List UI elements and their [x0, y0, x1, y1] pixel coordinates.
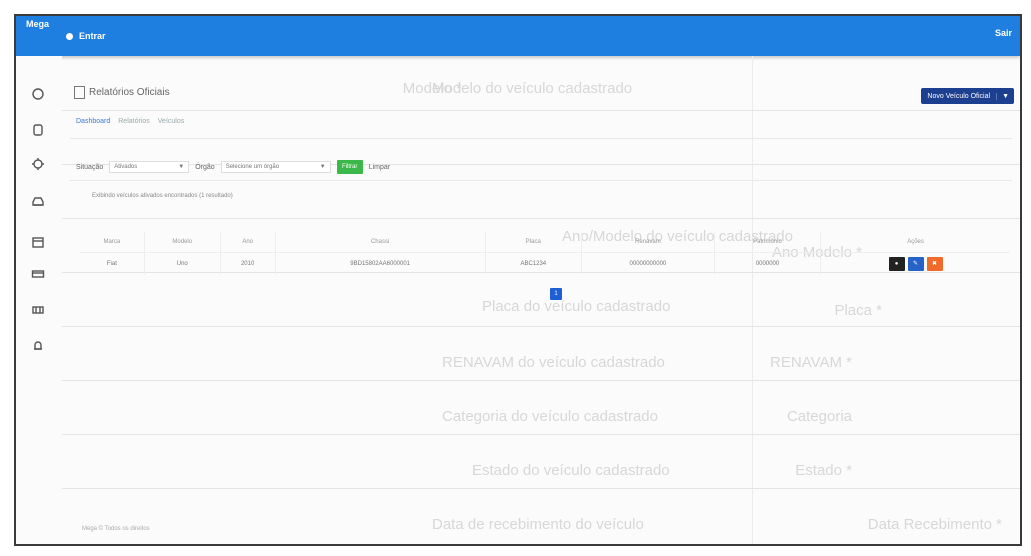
delete-button[interactable]: ✖ [926, 257, 943, 271]
cell-patrimonio: 0000000 [714, 252, 822, 275]
app-window: Mega Entrar Sair Modelo * Modelo do veíc… [14, 14, 1022, 546]
bg-row: RENAVAM * RENAVAM do veículo cadastrado [62, 326, 1020, 381]
agency-filter-label: Órgão [195, 163, 215, 171]
settings-icon[interactable] [30, 156, 46, 172]
status-select[interactable]: Ativados ▼ [109, 161, 190, 173]
column-header[interactable]: Ano [220, 232, 276, 253]
page-title-text: Relatórios Oficiais [89, 87, 170, 98]
page-title: Relatórios Oficiais [74, 86, 170, 99]
filter-button[interactable]: Filtrar [336, 160, 363, 174]
breadcrumb: Dashboard Relatórios Veículos [76, 118, 184, 125]
cell-chassi: 9BD15802AA6000001 [275, 252, 486, 275]
background-form: Modelo * Modelo do veículo cadastrado An… [62, 56, 1020, 544]
cell-ano: 2010 [220, 252, 276, 275]
chevron-down-icon: ▼ [319, 164, 326, 170]
breadcrumb-item[interactable]: Relatórios [118, 118, 150, 125]
calendar-icon[interactable] [30, 234, 46, 250]
filter-bar: Situação Ativados ▼ Órgão Selecione um ó… [76, 160, 390, 174]
footer-text: Mega © Todos os direitos [82, 526, 150, 532]
bg-row: Modelo * Modelo do veículo cadastrado [62, 56, 1020, 111]
chevron-down-icon: ▼ [178, 164, 185, 170]
cell-placa: ABC1234 [485, 252, 582, 275]
bg-row: Categoria Categoria do veículo cadastrad… [62, 380, 1020, 435]
pencil-icon: ✎ [913, 261, 919, 267]
chevron-down-icon[interactable]: ▼ [996, 92, 1014, 100]
column-header[interactable]: Chassi [275, 232, 486, 253]
trash-icon: ✖ [932, 261, 938, 267]
menu-button[interactable]: Entrar [66, 28, 106, 44]
status-select-value: Ativados [114, 164, 138, 170]
breadcrumb-item[interactable]: Dashboard [76, 118, 110, 125]
table-header-row: Marca Modelo Ano Chassi Placa Renavam Pa… [80, 232, 1010, 253]
table-row: Fiat Uno 2010 9BD15802AA6000001 ABC1234 … [80, 252, 1010, 275]
bg-row: Placa * Placa do veículo cadastrado [62, 272, 1020, 327]
brand-logo[interactable]: Mega [26, 19, 49, 29]
top-navbar: Mega Entrar Sair [16, 16, 1020, 56]
bell-icon[interactable] [30, 338, 46, 354]
row-actions: ● ✎ ✖ [820, 252, 1010, 275]
status-filter-label: Situação [76, 163, 104, 171]
column-header[interactable]: Patrimônio [714, 232, 822, 253]
car-icon[interactable] [30, 194, 46, 210]
tag-icon[interactable] [30, 302, 46, 318]
new-vehicle-label: Novo Veículo Oficial [927, 92, 991, 100]
agency-select[interactable]: Selecione um órgão ▼ [220, 161, 331, 173]
cell-marca: Fiat [80, 252, 145, 275]
view-button[interactable]: ● [888, 257, 905, 271]
pagination-page-1[interactable]: 1 [550, 288, 562, 300]
menu-label: Entrar [79, 31, 106, 41]
main-content: Modelo * Modelo do veículo cadastrado An… [62, 56, 1020, 544]
clear-filter-link[interactable]: Limpar [369, 164, 390, 171]
divider [70, 180, 1012, 181]
column-header[interactable]: Modelo [144, 232, 221, 253]
home-icon[interactable] [30, 86, 46, 102]
bg-row: Data Recebimento * Data de recebimento d… [432, 516, 1002, 533]
logout-button[interactable]: Sair [995, 28, 1012, 38]
menu-icon [66, 32, 73, 40]
new-vehicle-button[interactable]: Novo Veículo Oficial ▼ [921, 88, 1014, 104]
cell-renavam: 00000000000 [581, 252, 715, 275]
cell-modelo: Uno [144, 252, 221, 275]
vehicles-table: Marca Modelo Ano Chassi Placa Renavam Pa… [80, 232, 1010, 275]
document-icon [74, 86, 85, 99]
sidebar [16, 56, 62, 544]
column-header[interactable]: Placa [485, 232, 582, 253]
bg-row: Estado * Estado do veículo cadastrado [62, 434, 1020, 489]
column-header[interactable]: Marca [80, 232, 145, 253]
results-summary: Exibindo veículos ativados encontrados (… [92, 193, 233, 199]
breadcrumb-item[interactable]: Veículos [158, 118, 184, 125]
column-header: Ações [907, 239, 924, 245]
edit-button[interactable]: ✎ [907, 257, 924, 271]
card-icon[interactable] [30, 266, 46, 282]
box-icon[interactable] [30, 122, 46, 138]
agency-select-value: Selecione um órgão [225, 164, 280, 170]
column-header[interactable]: Renavam [581, 232, 715, 253]
eye-icon: ● [894, 261, 899, 267]
divider [70, 138, 1012, 139]
